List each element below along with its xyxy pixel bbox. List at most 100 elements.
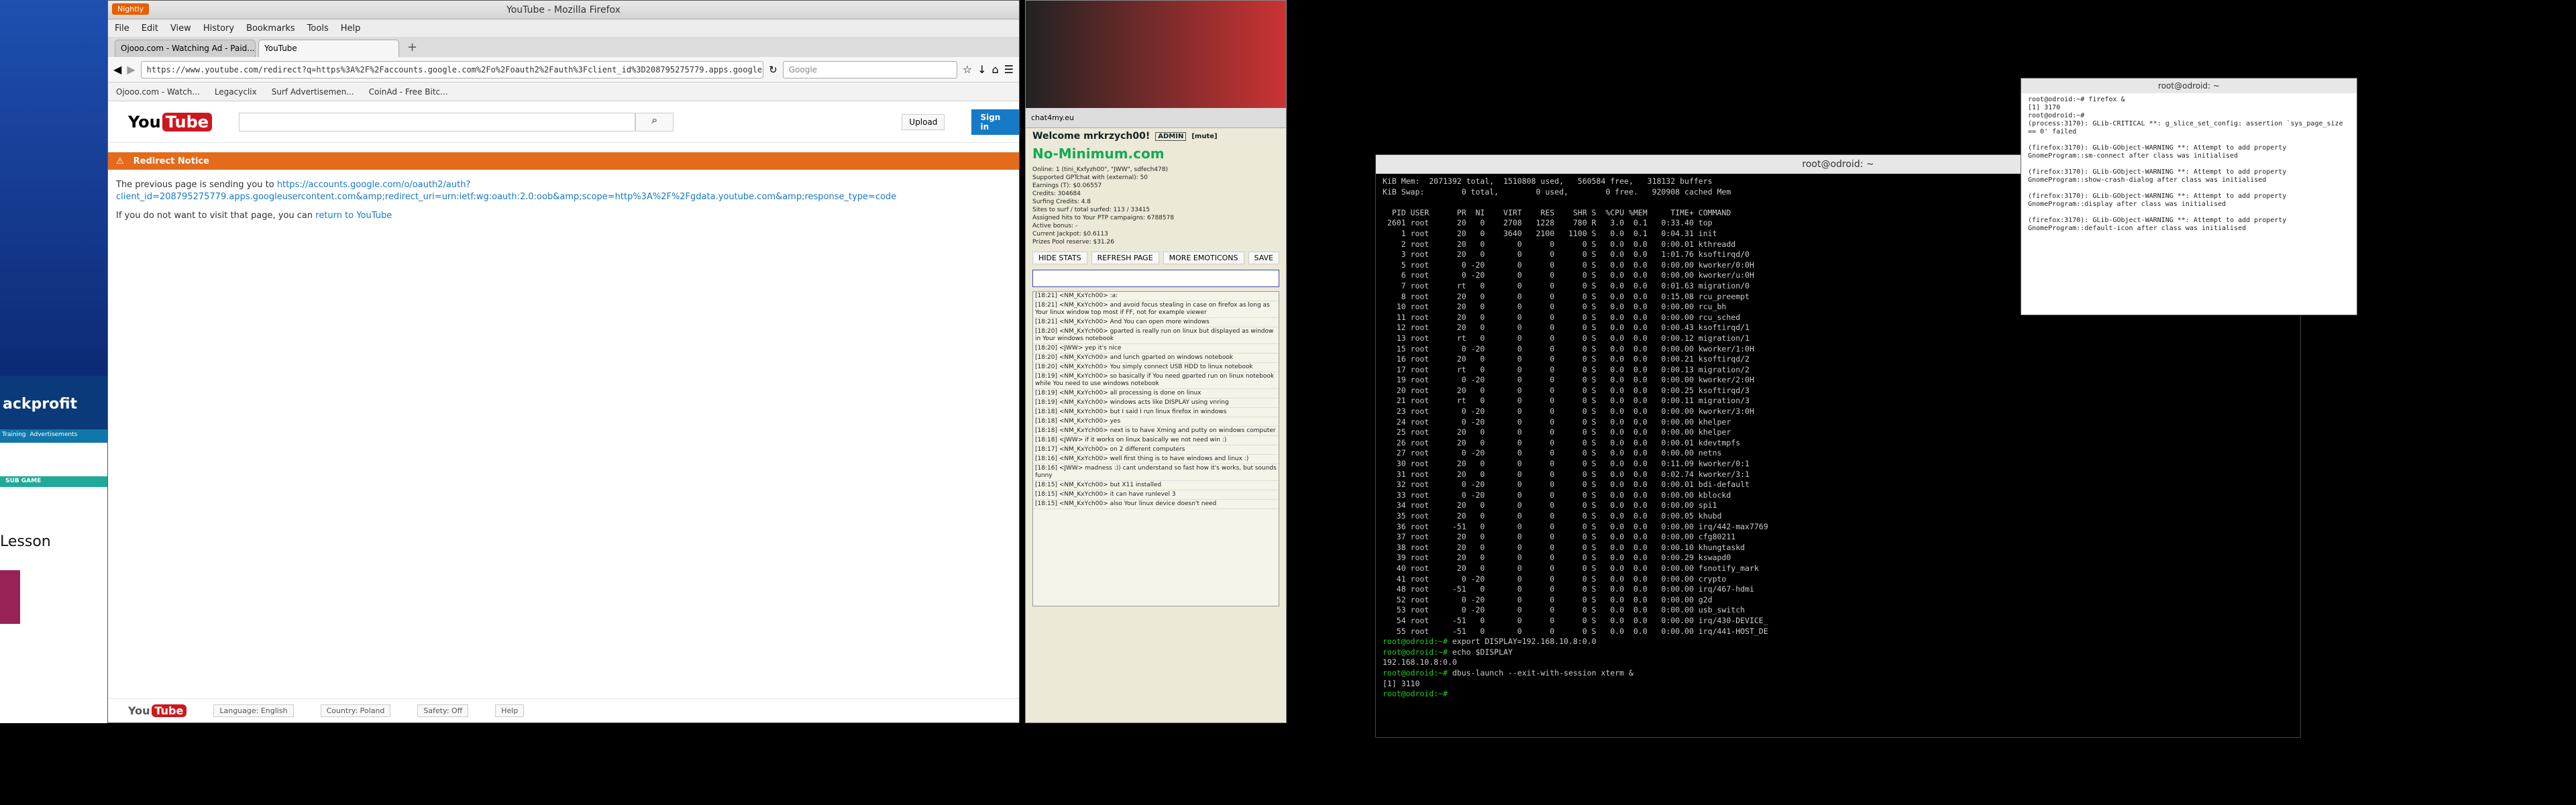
more-emoticons-button[interactable]: MORE EMOTICONS: [1163, 252, 1244, 264]
chat-welcome: Welcome mrkrzych00! ADMIN [mute]: [1032, 131, 1218, 142]
ad-image: [0, 570, 20, 624]
tab-youtube[interactable]: YouTube: [258, 40, 399, 57]
mute-link[interactable]: [mute]: [1191, 133, 1217, 140]
terminal-output-line: 192.168.10.8:0.0: [1383, 657, 1457, 667]
signin-button[interactable]: Sign in: [971, 109, 1019, 135]
terminal-line: 55 root -51 0 0 0 0 S 0.0 0.0 0:00.00 ir…: [1383, 626, 1768, 636]
country-picker[interactable]: Country: Poland: [320, 704, 391, 717]
chat-ad-banner: [1026, 1, 1286, 108]
bookmark-surf-ads[interactable]: Surf Advertisemen...: [272, 87, 354, 97]
youtube-logo[interactable]: You Tube: [128, 112, 213, 131]
terminal-prompt-line: root@odroid:~# dbus-launch --exit-with-s…: [1383, 667, 1633, 678]
menu-file[interactable]: File: [115, 23, 129, 34]
bookmark-star-icon[interactable]: ☆: [963, 63, 972, 76]
hide-stats-button[interactable]: HIDE STATS: [1032, 252, 1087, 264]
chat-window: chat4my.eu Welcome mrkrzych00! ADMIN [mu…: [1025, 0, 1287, 723]
firefox-titlebar: Nightly YouTube - Mozilla Firefox: [108, 1, 1019, 19]
advertisements-link[interactable]: Advertisements: [30, 431, 78, 441]
bookmark-coinad[interactable]: CoinAd - Free Bitc...: [369, 87, 448, 97]
redirect-line-1: The previous page is sending you to http…: [116, 180, 897, 202]
refresh-page-button[interactable]: REFRESH PAGE: [1091, 252, 1159, 264]
search-bar[interactable]: Google: [782, 60, 957, 78]
training-link[interactable]: Training: [2, 431, 26, 441]
menu-icon[interactable]: ☰: [1004, 63, 1014, 76]
terminal-firefox-titlebar: root@odroid: ~: [2021, 78, 2357, 93]
new-tab-icon[interactable]: +: [402, 40, 423, 57]
return-link[interactable]: return to YouTube: [315, 211, 392, 221]
terminal-output-line: [1] 3110: [1383, 678, 1420, 688]
terminal-line: 34 root 20 0 0 0 0 S 0.0 0.0 0:00.00 spi…: [1383, 500, 1717, 511]
menu-edit[interactable]: Edit: [142, 23, 158, 34]
terminal-line: 25 root 20 0 0 0 0 S 0.0 0.0 0:00.00 khe…: [1383, 427, 1731, 437]
save-button[interactable]: SAVE: [1248, 252, 1279, 264]
terminal-line: 16 root 20 0 0 0 0 S 0.0 0.0 0:00.21 kso…: [1383, 354, 1750, 364]
menu-bar: File Edit View History Bookmarks Tools H…: [108, 19, 1019, 37]
menu-bookmarks[interactable]: Bookmarks: [246, 23, 295, 34]
ad-brand: ackprofit: [0, 376, 107, 429]
chat-message: [18:16] <JWW> madness :)) cant understan…: [1033, 464, 1279, 481]
chat-message: [18:20] <NM_KxYch00> You simply connect …: [1033, 363, 1279, 372]
terminal-line: 24 root 0 -20 0 0 0 S 0.0 0.0 0:00.00 kh…: [1383, 417, 1731, 427]
terminal-prompt-line: root@odroid:~# echo $DISPLAY: [1383, 647, 1513, 657]
terminal-line: 21 root rt 0 0 0 0 S 0.0 0.0 0:00.11 mig…: [1383, 396, 1750, 406]
nightly-button[interactable]: Nightly: [112, 3, 150, 15]
chat-message: [18:15] <NM_KxYch00> but X11 installed: [1033, 481, 1279, 490]
footer-logo[interactable]: You Tube: [128, 704, 187, 717]
chat-message: [18:19] <NM_KxYch00> so basically if You…: [1033, 372, 1279, 389]
safety-toggle[interactable]: Safety: Off: [417, 704, 469, 717]
menu-help[interactable]: Help: [341, 23, 361, 34]
youtube-footer: You Tube Language: English Country: Polan…: [108, 698, 1019, 722]
chat-message: [18:20] <NM_KxYch00> gparted is really r…: [1033, 327, 1279, 344]
chat-input[interactable]: [1032, 270, 1279, 287]
terminal-line: 15 root 0 -20 0 0 0 S 0.0 0.0 0:00.00 kw…: [1383, 343, 1754, 354]
chat-messages: [18:21] <NM_KxYch00> :a: [18:21] <NM_KxYc…: [1032, 291, 1279, 606]
terminal-line: 48 root -51 0 0 0 0 S 0.0 0.0 0:00.00 ir…: [1383, 584, 1754, 594]
download-icon[interactable]: ↓: [977, 63, 986, 76]
chat-message: [18:18] <JWW> if it works on linux basic…: [1033, 436, 1279, 445]
warning-icon: ⚠: [116, 156, 124, 166]
chat-address-bar[interactable]: chat4my.eu: [1026, 108, 1286, 128]
site-logo: No-Minimum.com: [1032, 146, 1165, 162]
url-bar[interactable]: https://www.youtube.com/redirect?q=https…: [140, 60, 764, 78]
terminal-firefox-output[interactable]: root@odroid:~# firefox & [1] 3170 root@o…: [2021, 93, 2357, 235]
terminal-line: 53 root 0 -20 0 0 0 S 0.0 0.0 0:00.00 us…: [1383, 605, 1746, 615]
terminal-line: 26 root 20 0 0 0 0 S 0.0 0.0 0:00.01 kde…: [1383, 437, 1741, 447]
tab-strip: Ojooo.com - Watching Ad - Paid... YouTub…: [108, 37, 1019, 57]
reload-icon[interactable]: ↻: [769, 64, 777, 76]
bookmarks-toolbar: Ojooo.com - Watch... Legacyclix Surf Adv…: [108, 83, 1019, 101]
bookmark-legacyclix[interactable]: Legacyclix: [215, 87, 257, 97]
menu-view[interactable]: View: [170, 23, 191, 34]
terminal-line: 33 root 0 -20 0 0 0 S 0.0 0.0 0:00.00 kb…: [1383, 490, 1731, 500]
back-icon[interactable]: ◀: [113, 63, 121, 76]
tab-ojooo[interactable]: Ojooo.com - Watching Ad - Paid...: [115, 40, 256, 57]
nav-toolbar: ◀ ▶ https://www.youtube.com/redirect?q=h…: [108, 57, 1019, 83]
chat-message: [18:19] <NM_KxYch00> windows acts like D…: [1033, 398, 1279, 408]
subgame-header: SUB GAME: [0, 476, 107, 487]
bookmark-ojooo[interactable]: Ojooo.com - Watch...: [116, 87, 200, 97]
youtube-search-input[interactable]: [239, 112, 636, 131]
forward-icon[interactable]: ▶: [127, 63, 135, 76]
menu-history[interactable]: History: [203, 23, 234, 34]
notice-title: Redirect Notice: [133, 156, 209, 166]
chat-message: [18:21] <NM_KxYch00> and avoid focus ste…: [1033, 301, 1279, 318]
home-icon[interactable]: ⌂: [992, 63, 999, 76]
help-button[interactable]: Help: [495, 704, 525, 717]
terminal-line: 19 root 0 -20 0 0 0 S 0.0 0.0 0:00.00 kw…: [1383, 375, 1754, 385]
chat-message: [18:20] <JWW> yep it's nice: [1033, 344, 1279, 354]
terminal-line: 41 root 0 -20 0 0 0 S 0.0 0.0 0:00.00 cr…: [1383, 574, 1727, 584]
terminal-line: 20 root 20 0 0 0 0 S 0.0 0.0 0:00.25 kso…: [1383, 385, 1750, 395]
menu-tools[interactable]: Tools: [307, 23, 329, 34]
terminal-line: 30 root 20 0 0 0 0 S 0.0 0.0 0:11.09 kwo…: [1383, 459, 1750, 469]
chat-message: [18:16] <NM_KxYch00> well first thing is…: [1033, 455, 1279, 464]
chat-message: [18:15] <NM_KxYch00> it can have runleve…: [1033, 490, 1279, 500]
chat-buttons: HIDE STATS REFRESH PAGE MORE EMOTICONS S…: [1026, 249, 1286, 267]
chat-message: [18:19] <NM_KxYch00> all processing is d…: [1033, 389, 1279, 398]
chat-message: [18:18] <NM_KxYch00> yes: [1033, 417, 1279, 427]
chat-message: [18:17] <NM_KxYch00> on 2 different comp…: [1033, 445, 1279, 455]
language-picker[interactable]: Language: English: [213, 704, 294, 717]
upload-button[interactable]: Upload: [902, 113, 945, 130]
firefox-window: Nightly YouTube - Mozilla Firefox File E…: [107, 0, 1020, 723]
left-ad-panel: ackprofit Training Advertisements SUB GA…: [0, 0, 107, 723]
search-icon[interactable]: ⌕: [635, 112, 674, 131]
terminal-line: 13 root rt 0 0 0 0 S 0.0 0.0 0:00.12 mig…: [1383, 333, 1750, 343]
